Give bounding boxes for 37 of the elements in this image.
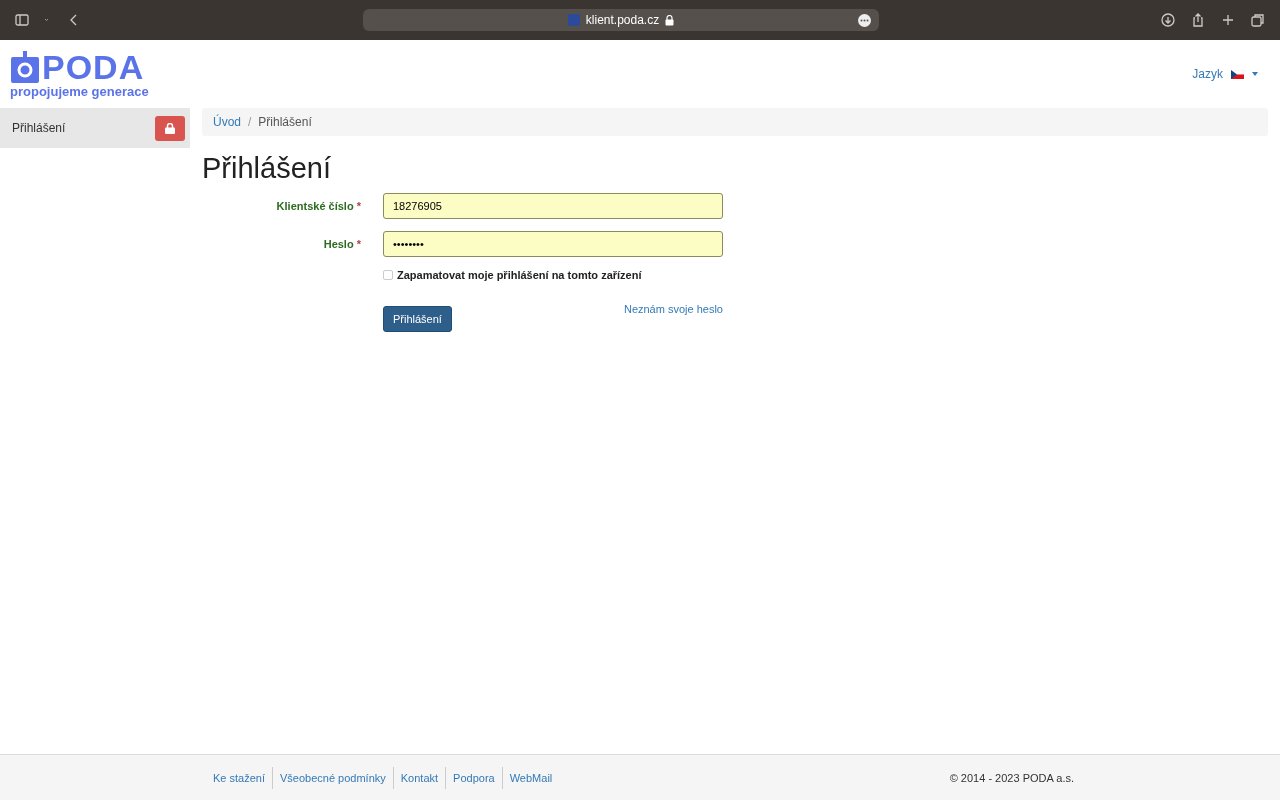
page-title: Přihlášení — [202, 152, 332, 185]
caret-icon — [1252, 72, 1258, 76]
more-icon[interactable] — [858, 13, 871, 27]
sidebar-item[interactable]: Přihlášení — [0, 108, 190, 148]
breadcrumb-current: Přihlášení — [258, 115, 312, 129]
site-icon — [567, 14, 580, 26]
footer-link[interactable]: Podpora — [445, 766, 502, 789]
logo-tagline: propojujeme generace — [10, 83, 149, 99]
field-label: Heslo * — [322, 238, 362, 250]
footer-link[interactable]: WebMail — [501, 766, 560, 789]
sidebar-item-label: Přihlášení — [12, 121, 66, 135]
footer-link[interactable]: Kontakt — [392, 766, 446, 789]
lock-icon — [165, 122, 175, 134]
share-icon[interactable] — [1190, 12, 1206, 28]
breadcrumb-link[interactable]: Úvod — [213, 115, 241, 129]
download-icon[interactable] — [1160, 12, 1176, 28]
url-text: klient.poda.cz — [585, 13, 660, 27]
login-button[interactable]: Přihlášení — [383, 306, 452, 332]
footer-link[interactable]: Všeobecné podmínky — [272, 766, 393, 789]
field-label: Klientské číslo * — [275, 200, 362, 212]
remember-checkbox[interactable]: Zapamatovat moje přihlášení na tomto zařízení — [383, 269, 723, 281]
flag-icon — [1231, 69, 1244, 79]
address-bar[interactable]: klient.poda.cz — [363, 9, 879, 31]
footer-link[interactable]: Ke stažení — [206, 766, 272, 789]
sidebar-icon[interactable] — [14, 12, 30, 28]
language-menu[interactable]: Jazyk — [1192, 67, 1258, 81]
logo-name: PODA — [42, 49, 145, 84]
plus-icon[interactable] — [1220, 12, 1236, 28]
tabs-icon[interactable] — [1250, 12, 1266, 28]
forgot-password-link[interactable]: Neznám svoje heslo — [623, 303, 723, 315]
input-field[interactable]: •••••••• — [383, 231, 723, 257]
lock-icon — [665, 14, 675, 26]
copyright-text: © 2014 - 2023 PODA a.s. — [949, 771, 1074, 784]
logo-icon — [10, 50, 40, 83]
breadcrumb-separator: / — [248, 115, 252, 129]
input-field[interactable]: 18276905 — [383, 193, 723, 219]
checkbox-square[interactable] — [383, 270, 393, 280]
